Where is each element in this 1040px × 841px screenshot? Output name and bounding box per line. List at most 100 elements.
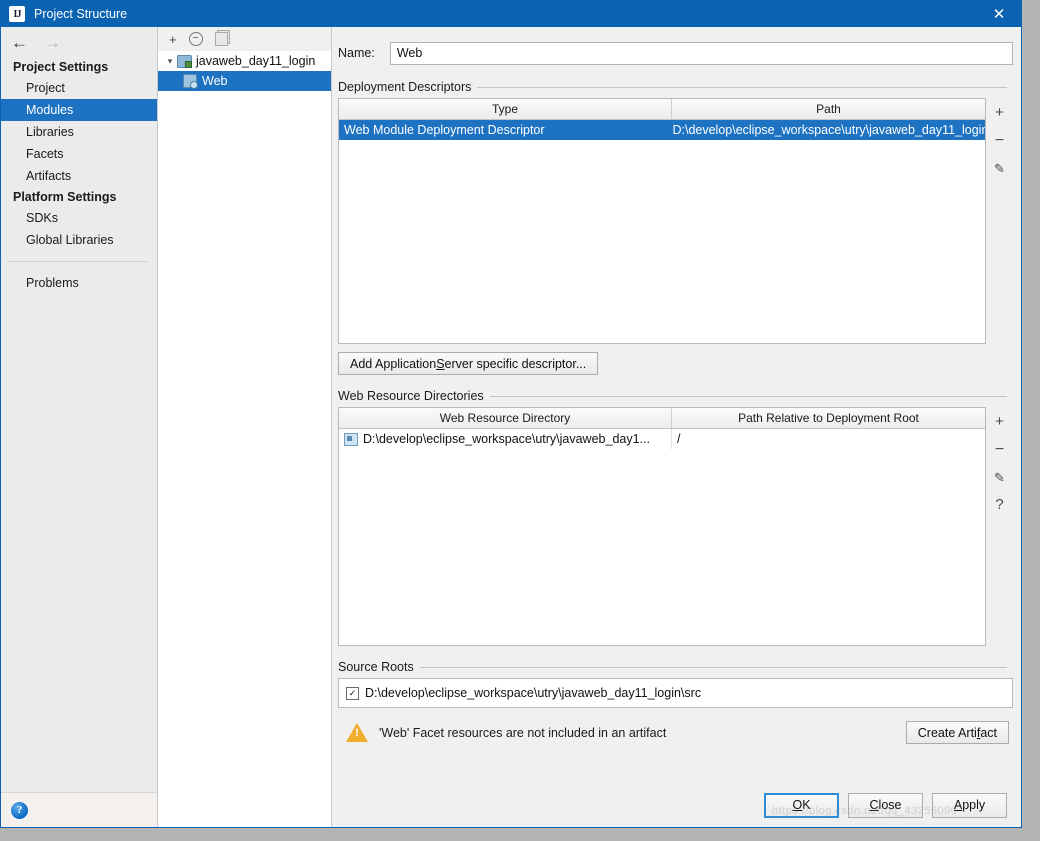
remove-descriptor-button[interactable]: − [992,133,1008,149]
source-roots-list[interactable]: ✓ D:\develop\eclipse_workspace\utry\java… [338,678,1013,708]
sidebar-group-project-settings: Project Settings [13,60,109,74]
add-web-resource-button[interactable]: + [992,414,1008,429]
source-roots-group: Source Roots ✓ D:\develop\eclipse_worksp… [338,660,1013,708]
sidebar-item-global-libraries[interactable]: Global Libraries [1,229,157,251]
btn-accel: O [792,798,803,812]
group-label: Source Roots [338,660,414,674]
sidebar-item-artifacts[interactable]: Artifacts [1,165,157,187]
column-header-web-resource-directory[interactable]: Web Resource Directory [339,408,671,428]
btn-suffix: lose [878,798,902,812]
deployment-descriptors-table[interactable]: Type Path Web Module Deployment Descript… [338,98,986,344]
add-application-server-descriptor-button[interactable]: Add Application Server specific descript… [338,352,599,375]
tree-item-label: javaweb_day11_login [196,54,316,68]
group-rule [477,86,1007,88]
btn-suffix: act [980,725,997,740]
web-resource-directories-table[interactable]: Web Resource Directory Path Relative to … [338,407,986,646]
facet-settings-panel: Name: Web Deployment Descriptors Type Pa… [332,27,1021,827]
column-header-path-relative[interactable]: Path Relative to Deployment Root [671,408,985,428]
warning-triangle-icon [346,723,368,742]
cell-web-resource-directory: D:\develop\eclipse_workspace\utry\javawe… [339,429,671,449]
window-title: Project Structure [34,7,128,21]
cell-relative-path: / [671,429,985,449]
tree-item-web[interactable]: Web [158,71,331,91]
cell-type: Web Module Deployment Descriptor [344,123,545,137]
module-tree: ▾ javaweb_day11_login Web [158,51,331,827]
btn-prefix: Add Application [350,356,437,371]
sidebar-footer: ? [1,792,157,827]
ok-button[interactable]: OK [764,792,839,818]
group-label: Web Resource Directories [338,389,484,403]
table-header: Type Path [339,99,985,120]
create-artifact-button[interactable]: Create Arti f act [905,721,1009,744]
btn-suffix: erver specific descriptor... [444,356,587,371]
close-icon[interactable]: ✕ [977,1,1021,27]
edit-descriptor-button[interactable]: ✎ [992,162,1008,175]
name-label: Name: [338,46,375,60]
module-tree-toolbar: + − [158,27,331,51]
help-circle-icon[interactable]: ? [11,801,28,819]
table-body: D:\develop\eclipse_workspace\utry\javawe… [339,429,985,645]
remove-web-resource-button[interactable]: − [992,442,1008,458]
deployment-descriptors-toolbar: + − ✎ [986,98,1013,344]
btn-prefix: Create Arti [917,725,977,740]
table-body: Web Module Deployment Descriptor D:\deve… [339,120,985,343]
sidebar-item-libraries[interactable]: Libraries [1,121,157,143]
btn-suffix: pply [962,798,986,812]
source-root-path: D:\develop\eclipse_workspace\utry\javawe… [365,686,702,700]
web-resource-directories-toolbar: + − ✎ ? [986,407,1013,646]
tree-item-javaweb-day11-login[interactable]: ▾ javaweb_day11_login [158,51,331,71]
project-structure-dialog: IJ Project Structure ✕ ← → Project Setti… [0,0,1022,828]
forward-arrow-icon[interactable]: → [44,34,61,51]
sidebar-item-project[interactable]: Project [1,77,157,99]
table-row[interactable]: D:\develop\eclipse_workspace\utry\javawe… [339,429,985,449]
copy-module-icon[interactable] [214,32,228,46]
deployment-descriptors-title: Deployment Descriptors [338,80,1013,94]
help-web-resource-button[interactable]: ? [992,497,1008,512]
module-tree-panel: + − ▾ javaweb_day11_login Web [158,27,332,827]
sidebar-group-platform-settings: Platform Settings [13,190,117,204]
source-root-checkbox[interactable]: ✓ [346,686,359,700]
web-resource-directories-group: Web Resource Directories Web Resource Di… [338,389,1013,646]
apply-button[interactable]: Apply [932,792,1007,818]
sidebar-item-modules[interactable]: Modules [1,99,157,121]
group-rule [489,395,1007,397]
cell-path: D:\develop\eclipse_workspace\utry\javawe… [672,123,985,137]
sidebar-item-facets[interactable]: Facets [1,143,157,165]
add-descriptor-button[interactable]: + [992,105,1008,120]
web-facet-icon [183,74,198,89]
sidebar-item-sdks[interactable]: SDKs [1,207,157,229]
cell-text: D:\develop\eclipse_workspace\utry\javawe… [363,432,650,446]
chevron-down-icon[interactable]: ▾ [163,56,177,67]
name-row: Name: Web [338,40,1013,66]
sidebar-divider [7,261,147,262]
add-descriptor-row: Add Application Server specific descript… [338,352,1013,375]
deployment-descriptors-group: Deployment Descriptors Type Path Web Mod [338,80,1013,375]
remove-module-button[interactable]: − [188,32,203,46]
title-bar: IJ Project Structure ✕ [1,1,1021,27]
edit-web-resource-button[interactable]: ✎ [992,471,1008,484]
btn-accel: C [869,798,879,812]
module-folder-icon [177,54,192,68]
dialog-footer: https://blog.csdn.net/qq_43256090 OK Clo… [332,783,1021,827]
sidebar-item-problems[interactable]: Problems [1,272,157,294]
folder-icon [344,432,358,446]
add-module-button[interactable]: + [169,33,177,46]
table-header: Web Resource Directory Path Relative to … [339,408,985,429]
warning-message: 'Web' Facet resources are not included i… [379,725,667,740]
column-header-path[interactable]: Path [671,99,985,119]
btn-accel: A [953,798,963,812]
artifact-warning-row: 'Web' Facet resources are not included i… [338,721,1013,744]
group-rule [419,666,1007,668]
back-arrow-icon[interactable]: ← [11,34,28,51]
column-header-type[interactable]: Type [339,99,671,119]
close-button[interactable]: Close [848,792,923,818]
tree-item-label: Web [202,74,228,88]
btn-accel: S [436,356,445,371]
group-label: Deployment Descriptors [338,80,472,94]
web-resource-directories-title: Web Resource Directories [338,389,1013,403]
intellij-idea-icon: IJ [9,6,25,22]
name-input[interactable]: Web [389,41,1013,65]
btn-suffix: K [802,798,811,812]
table-row[interactable]: Web Module Deployment Descriptor D:\deve… [339,120,985,140]
navigation-arrows: ← → [1,27,157,57]
